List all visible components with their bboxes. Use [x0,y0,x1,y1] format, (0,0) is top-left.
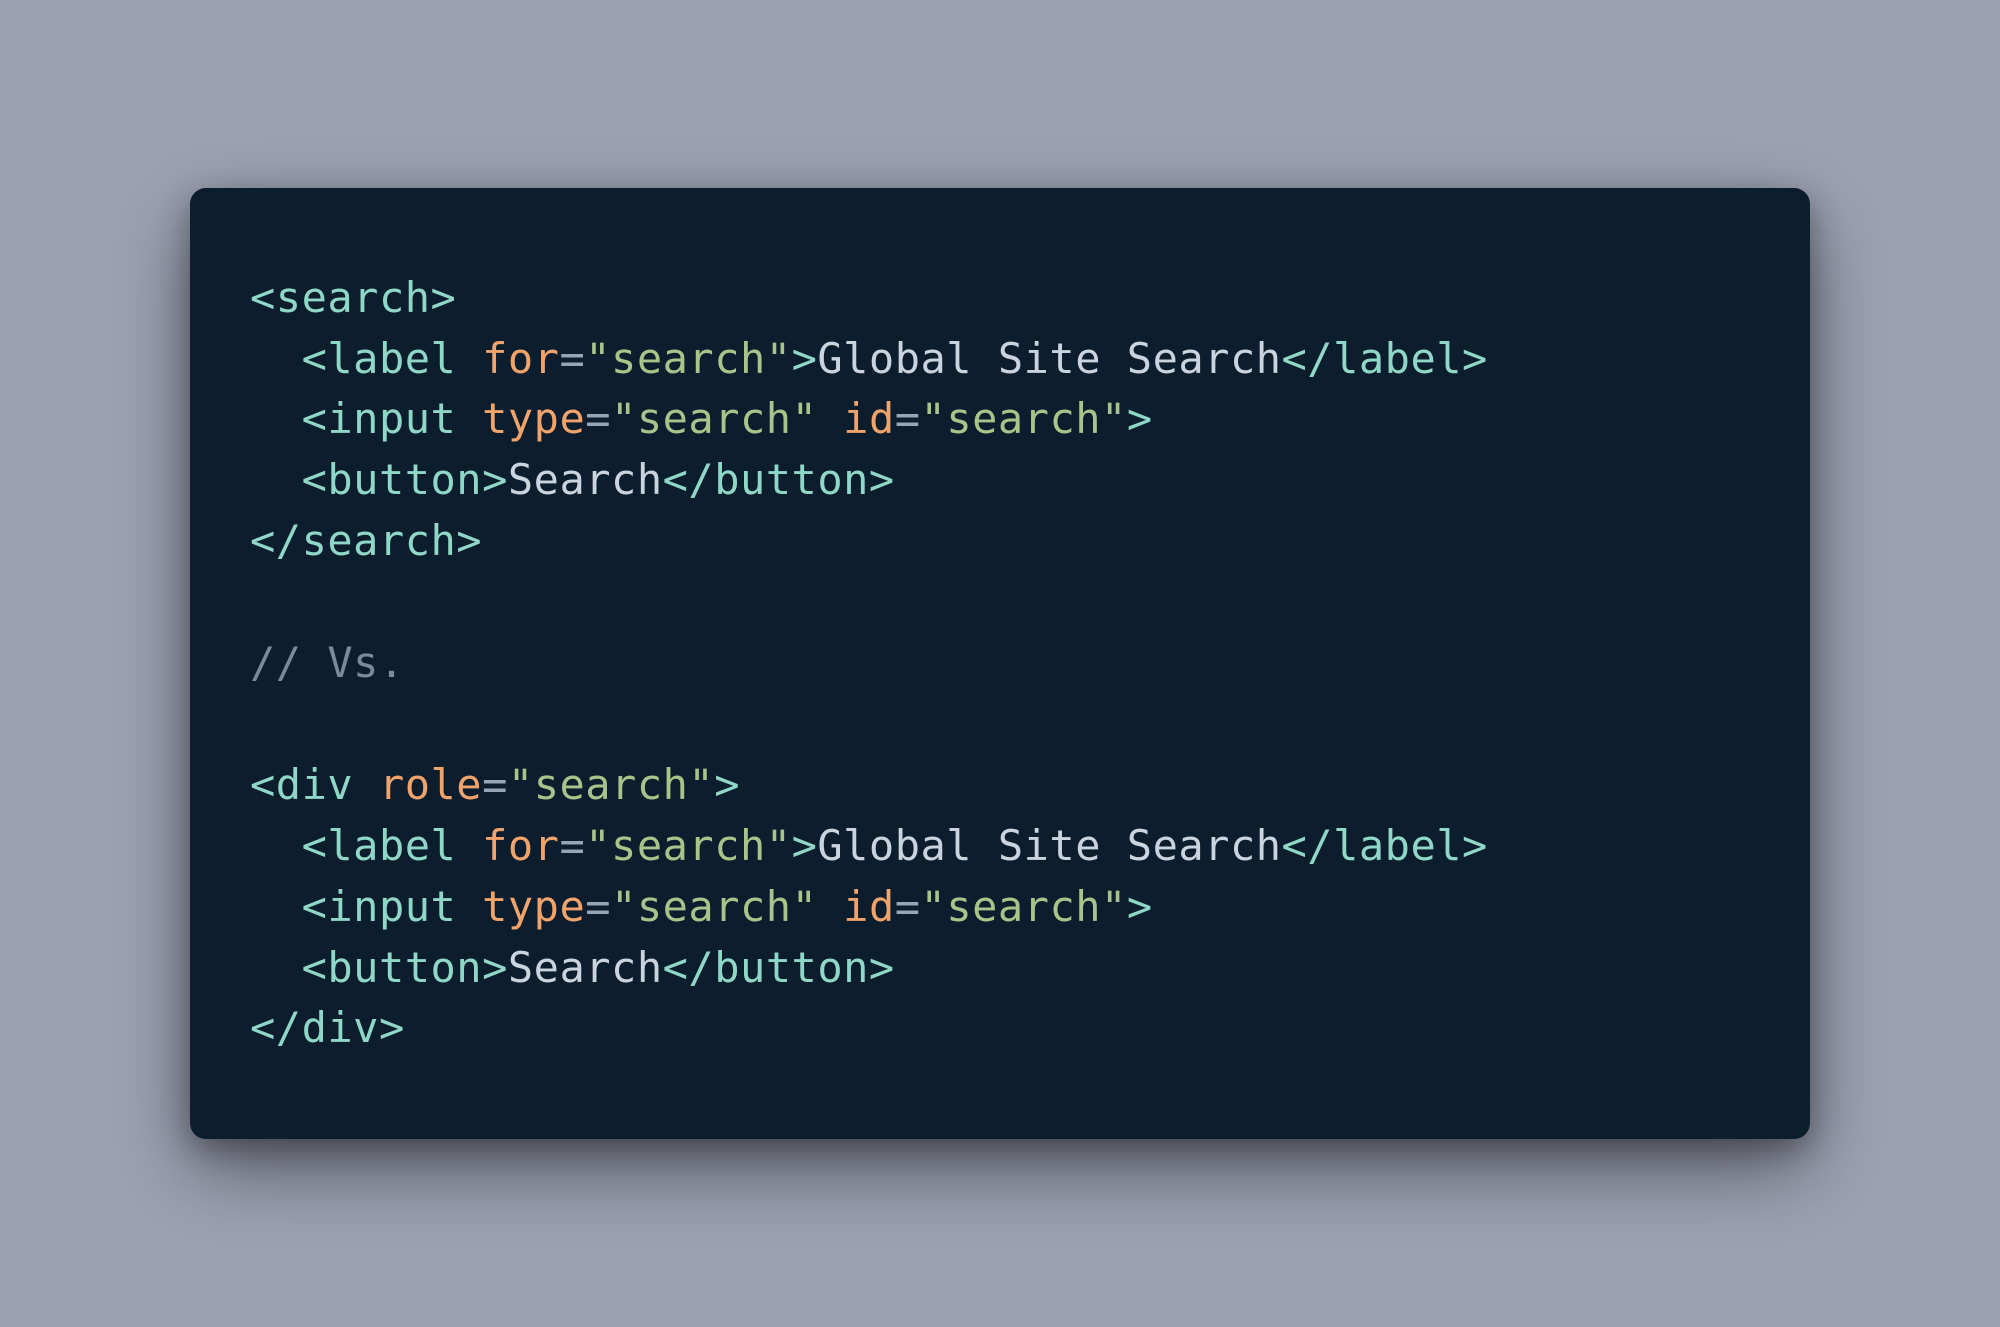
code-token-tag: div [276,760,353,809]
code-token-attr: role [379,760,482,809]
code-token-attr: type [482,394,585,443]
code-token-str: "search" [585,334,791,383]
code-token-tag: search [276,273,431,322]
code-token-eq: = [559,334,585,383]
code-line: <div role="search"> [250,760,740,809]
code-line: // Vs. [250,638,405,687]
code-token-str: "search" [611,394,817,443]
code-token-bracket: > [1462,334,1488,383]
code-line: <input type="search" id="search"> [250,394,1153,443]
code-token-bracket: < [302,334,328,383]
code-line: <label for="search">Global Site Search</… [250,821,1488,870]
code-line: <button>Search</button> [250,943,895,992]
code-token-bracket: > [792,334,818,383]
code-line: <input type="search" id="search"> [250,882,1153,931]
code-token-text [353,760,379,809]
code-line: </search> [250,516,482,565]
code-token-bracket: > [1462,821,1488,870]
code-token-bracket: < [302,943,328,992]
code-token-bracket: </ [1282,334,1334,383]
code-token-tag: button [327,455,482,504]
code-token-bracket: </ [663,943,715,992]
code-token-bracket: < [302,455,328,504]
code-line: <button>Search</button> [250,455,895,504]
code-token-text [817,394,843,443]
code-token-bracket: > [482,943,508,992]
code-token-bracket: > [714,760,740,809]
code-token-text [456,882,482,931]
code-token-str: "search" [611,882,817,931]
code-token-text: Search [508,943,663,992]
code-token-tag: label [1333,334,1462,383]
code-token-eq: = [585,882,611,931]
code-token-attr: id [843,882,895,931]
code-token-bracket: < [302,394,328,443]
code-line: <label for="search">Global Site Search</… [250,334,1488,383]
code-token-tag: button [714,943,869,992]
code-token-text: Search [508,455,663,504]
code-token-comment: // Vs. [250,638,405,687]
code-token-bracket: > [869,943,895,992]
code-token-bracket: > [869,455,895,504]
code-token-text: Global Site Search [817,821,1281,870]
code-token-bracket: < [250,273,276,322]
code-token-attr: for [482,821,559,870]
code-token-bracket: < [302,882,328,931]
code-token-attr: for [482,334,559,383]
code-token-bracket: > [1127,882,1153,931]
code-token-text [456,821,482,870]
code-token-text [817,882,843,931]
code-token-tag: label [1333,821,1462,870]
code-token-bracket: </ [663,455,715,504]
code-card: <search> <label for="search">Global Site… [190,188,1810,1140]
code-token-str: "search" [508,760,714,809]
code-token-tag: label [327,821,456,870]
code-line: </div> [250,1003,405,1052]
code-token-attr: id [843,394,895,443]
code-token-bracket: < [302,821,328,870]
code-token-bracket: </ [250,516,302,565]
code-token-tag: button [714,455,869,504]
code-token-eq: = [585,394,611,443]
code-token-bracket: > [379,1003,405,1052]
code-token-text: Global Site Search [817,334,1281,383]
code-token-eq: = [895,882,921,931]
code-token-tag: button [327,943,482,992]
code-token-eq: = [559,821,585,870]
code-token-tag: input [327,882,456,931]
code-token-str: "search" [921,394,1127,443]
code-token-bracket: > [482,455,508,504]
code-token-bracket: < [250,760,276,809]
code-token-text [456,394,482,443]
code-token-tag: label [327,334,456,383]
code-token-bracket: </ [250,1003,302,1052]
code-block: <search> <label for="search">Global Site… [250,268,1750,1060]
code-token-text [456,334,482,383]
code-token-bracket: > [456,516,482,565]
code-token-attr: type [482,882,585,931]
code-token-tag: search [302,516,457,565]
code-token-str: "search" [921,882,1127,931]
code-token-bracket: > [792,821,818,870]
code-token-str: "search" [585,821,791,870]
code-line: <search> [250,273,456,322]
code-token-tag: div [302,1003,379,1052]
code-token-bracket: </ [1282,821,1334,870]
code-token-tag: input [327,394,456,443]
code-token-bracket: > [431,273,457,322]
code-token-eq: = [482,760,508,809]
code-token-eq: = [895,394,921,443]
code-token-bracket: > [1127,394,1153,443]
